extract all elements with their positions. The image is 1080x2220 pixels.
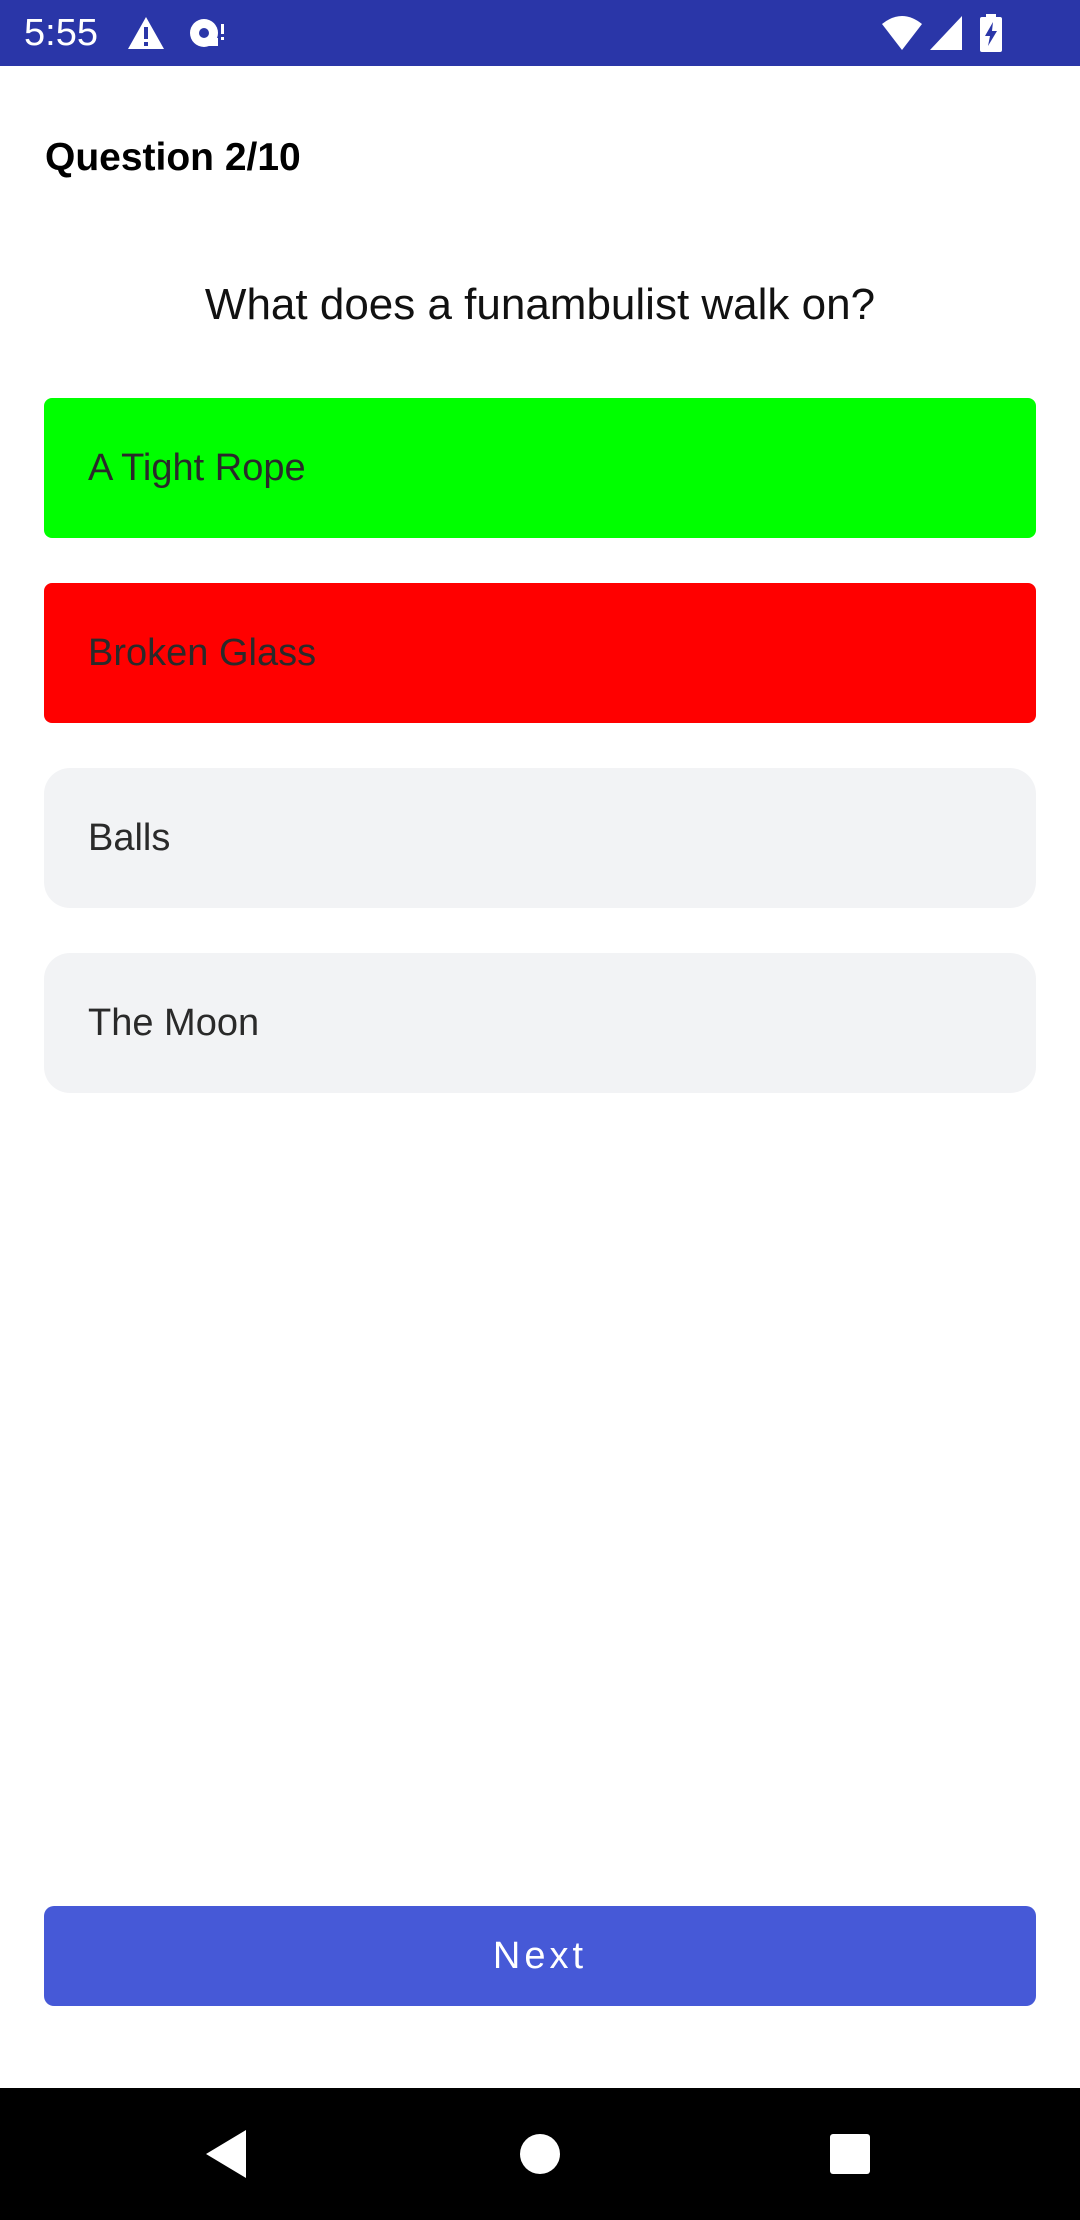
quiz-screen: 5:55 Question 2/10 What does a funambuli… bbox=[0, 0, 1080, 2220]
home-icon[interactable] bbox=[508, 2122, 572, 2186]
next-button[interactable]: Next bbox=[44, 1906, 1036, 2006]
recents-icon[interactable] bbox=[818, 2122, 882, 2186]
navigation-bar bbox=[0, 2088, 1080, 2220]
answer-option-label: The Moon bbox=[88, 1001, 260, 1044]
answer-option-correct[interactable]: A Tight Rope bbox=[44, 398, 1036, 538]
status-time: 5:55 bbox=[24, 12, 98, 54]
question-counter: Question 2/10 bbox=[45, 136, 301, 179]
media-icon bbox=[190, 19, 224, 47]
answer-option-label: Balls bbox=[88, 816, 171, 859]
answer-option-label: A Tight Rope bbox=[88, 446, 306, 489]
battery-charging-icon bbox=[980, 14, 1002, 52]
wifi-icon bbox=[882, 16, 922, 50]
answer-option[interactable]: The Moon bbox=[44, 953, 1036, 1093]
status-bar: 5:55 bbox=[0, 0, 1080, 66]
answer-option-label: Broken Glass bbox=[88, 631, 317, 674]
question-text: What does a funambulist walk on? bbox=[204, 280, 876, 329]
cell-signal-icon bbox=[930, 16, 962, 50]
warning-icon bbox=[128, 17, 164, 49]
back-icon[interactable] bbox=[196, 2122, 260, 2186]
answer-option-wrong[interactable]: Broken Glass bbox=[44, 583, 1036, 723]
answer-option[interactable]: Balls bbox=[44, 768, 1036, 908]
